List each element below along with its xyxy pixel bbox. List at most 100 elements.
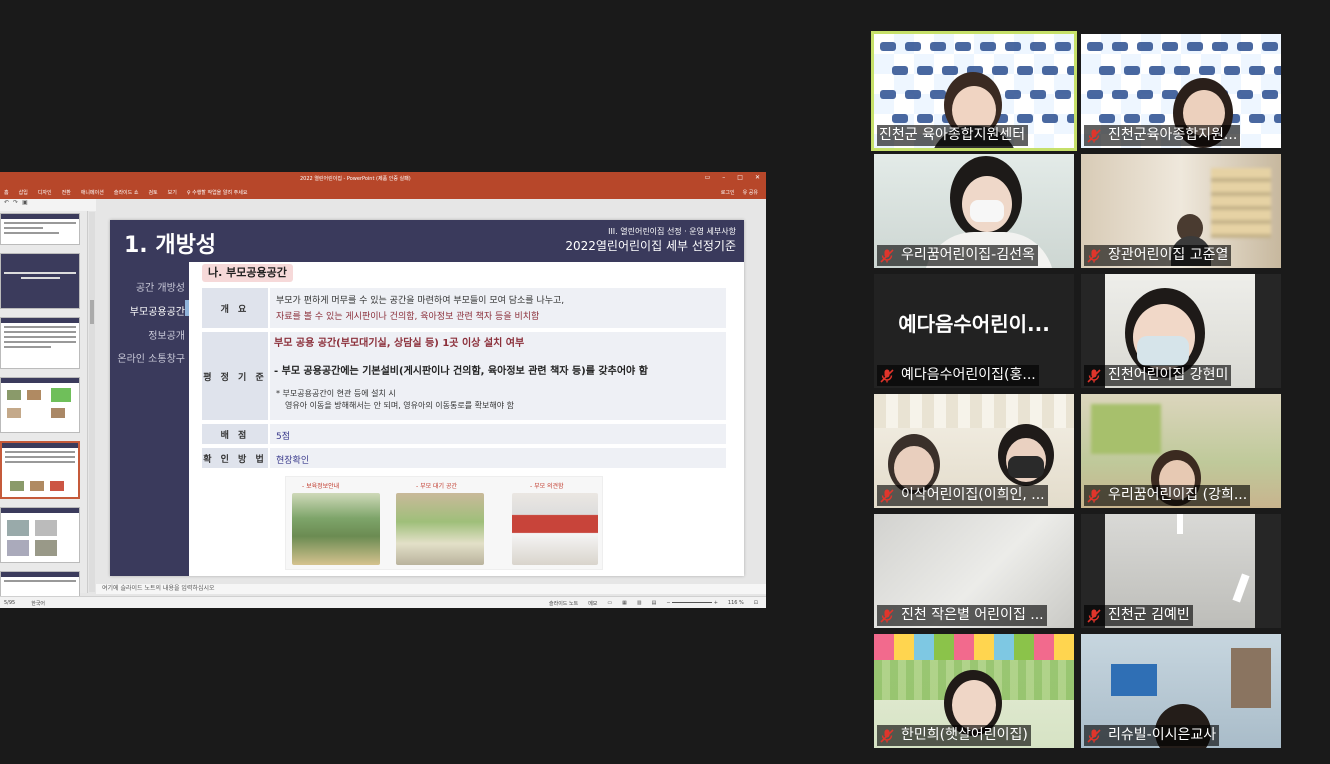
criteria-line-2: - 부모 공용공간에는 기본설비(게시판이나 건의함, 육아정보 관련 책자 등… <box>274 366 648 377</box>
background-logo <box>1042 114 1058 123</box>
background-logo <box>1030 42 1046 51</box>
language-indicator[interactable]: 한국어 <box>31 600 45 607</box>
slide-nav-item: 정보공개 <box>148 331 185 342</box>
present-icon[interactable]: ▣ <box>22 199 28 206</box>
minimize-icon[interactable]: – <box>722 174 725 181</box>
participant-tile[interactable]: 진천군육아종합지원... <box>1081 34 1281 148</box>
normal-view-icon[interactable]: ▭ <box>607 600 612 607</box>
info-board-photo <box>292 493 380 565</box>
overview-line-1: 부모가 편하게 머무를 수 있는 공간을 마련하여 부모들이 모여 담소를 나누… <box>276 296 565 306</box>
slide-nav-item: 온라인 소통창구 <box>117 354 185 365</box>
slide-thumbnail[interactable] <box>0 253 80 309</box>
slide-thumbnail[interactable] <box>0 377 80 433</box>
window-title: 2022 열린어린이집 - PowerPoint (제품 인증 실패) <box>300 176 411 182</box>
participant-tile[interactable]: 진천군 김예빈 <box>1081 514 1281 628</box>
muted-mic-icon <box>1087 488 1101 503</box>
background-logo <box>1017 114 1033 123</box>
background-logo <box>1087 90 1103 99</box>
participant-display-name: 예다음수어린이... <box>898 312 1050 336</box>
background-logo <box>1124 114 1140 123</box>
participant-name: 진천군 김예빈 <box>1084 605 1193 626</box>
slide-thumbnail-selected[interactable] <box>0 441 80 499</box>
background-logo <box>1055 90 1071 99</box>
ribbon-tab[interactable]: 디자인 <box>38 189 52 196</box>
method-value: 현장확인 <box>276 456 310 466</box>
participant-tile-video-off[interactable]: 예다음수어린이... 예다음수어린이집(홍... <box>874 274 1074 388</box>
powerpoint-title-bar: 2022 열린어린이집 - PowerPoint (제품 인증 실패) ▭ – … <box>0 172 766 185</box>
participant-tile-active[interactable]: 진천군 육아종합지원센터 <box>871 31 1077 151</box>
zoom-level[interactable]: 116 % <box>728 600 744 607</box>
participant-tile[interactable]: 진천어린이집 강현미 <box>1081 274 1281 388</box>
participant-tile[interactable]: 우리꿈어린이집 (강희... <box>1081 394 1281 508</box>
muted-mic-icon <box>1087 128 1101 143</box>
background-logo <box>892 114 908 123</box>
participant-tile[interactable]: 리슈빌-이시은교사 <box>1081 634 1281 748</box>
redo-icon[interactable]: ↷ <box>13 199 18 206</box>
slide-thumbnail[interactable] <box>0 213 80 245</box>
slideshow-view-icon[interactable]: ▤ <box>652 600 657 607</box>
ribbon-tab[interactable]: 검토 <box>148 189 157 196</box>
background-logo <box>992 66 1008 75</box>
background-logo <box>1099 66 1115 75</box>
sign-in-link[interactable]: 로그인 <box>721 189 735 196</box>
criteria-line-1: 부모 공용 공간(부모대기실, 상담실 등) 1곳 이상 설치 여부 <box>274 338 525 349</box>
overview-line-2: 자료를 볼 수 있는 게시판이나 건의함, 육아정보 관련 책자 등을 비치함 <box>276 312 540 322</box>
ribbon-tab[interactable]: 홈 <box>4 189 9 196</box>
undo-icon[interactable]: ↶ <box>4 199 9 206</box>
criteria-note-1: * 부모공용공간이 현관 등에 설치 시 <box>276 389 396 398</box>
meeting-window: 2022 열린어린이집 - PowerPoint (제품 인증 실패) ▭ – … <box>0 0 1330 764</box>
maximize-icon[interactable]: □ <box>737 174 743 181</box>
slide-canvas: 1. 개방성 III. 열린어린이집 선정 · 운영 세부사항 2022열린어린… <box>110 220 744 576</box>
ribbon-display-icon[interactable]: ▭ <box>705 174 711 181</box>
notes-pane[interactable]: 여기에 슬라이드 노트의 내용을 입력하십시오 <box>96 584 766 594</box>
background-logo <box>880 42 896 51</box>
background-logo <box>1099 114 1115 123</box>
photo-caption: - 보육정보안내 <box>302 483 340 490</box>
zoom-slider[interactable]: − + <box>666 600 718 607</box>
suggestion-box-photo <box>512 493 598 565</box>
reading-view-icon[interactable]: ▥ <box>637 600 642 607</box>
participant-tile[interactable]: 진천 작은별 어린이집 ... <box>874 514 1074 628</box>
slide-thumbnail[interactable] <box>0 317 80 369</box>
background-logo <box>905 42 921 51</box>
status-bar: 5/95 한국어 슬라이드 노트 메모 ▭ ▦ ▥ ▤ − + 116 % ⊡ <box>0 596 766 608</box>
sorter-view-icon[interactable]: ▦ <box>622 600 627 607</box>
background-logo <box>1030 90 1046 99</box>
background-logo <box>1162 42 1178 51</box>
background-logo <box>917 114 933 123</box>
background-logo <box>905 90 921 99</box>
ribbon-tab[interactable]: 보기 <box>168 189 177 196</box>
background-logo <box>892 66 908 75</box>
ribbon-tab[interactable]: 애니메이션 <box>81 189 104 196</box>
muted-mic-icon <box>880 608 894 623</box>
close-icon[interactable]: ✕ <box>755 174 760 181</box>
participant-tile[interactable]: 장관어린이집 고준열 <box>1081 154 1281 268</box>
background-logo <box>955 42 971 51</box>
slide-thumbnail[interactable] <box>0 507 80 563</box>
slide-photo-strip: - 보육정보안내 - 부모 대기 공간 - 부모 의견함 <box>285 476 603 570</box>
ribbon-tab[interactable]: ♀ 수행할 작업을 알려 주세요 <box>187 189 248 196</box>
participant-name: 이삭어린이집(이희인, ... <box>877 485 1048 506</box>
quick-access-toolbar: ↶ ↷ ▣ <box>0 199 96 211</box>
ribbon-tab[interactable]: 슬라이드 쇼 <box>114 189 139 196</box>
fit-slide-icon[interactable]: ⊡ <box>754 600 758 607</box>
notes-toggle[interactable]: 슬라이드 노트 <box>549 600 578 607</box>
background-logo <box>1249 66 1265 75</box>
ribbon-tab[interactable]: 삽입 <box>19 189 28 196</box>
slide-subtitle: III. 열린어린이집 선정 · 운영 세부사항 2022열린어린이집 세부 선… <box>565 226 736 254</box>
share-button[interactable]: 유 공유 <box>743 189 758 196</box>
thumbnail-scrollbar[interactable] <box>89 212 95 592</box>
background-logo <box>1055 42 1071 51</box>
background-logo <box>1237 90 1253 99</box>
comments-toggle[interactable]: 메모 <box>588 600 597 607</box>
background-logo <box>1262 42 1278 51</box>
participant-tile[interactable]: 이삭어린이집(이희인, ... <box>874 394 1074 508</box>
background-logo <box>1237 42 1253 51</box>
slide-thumbnail-pane[interactable] <box>0 211 88 601</box>
participant-tile[interactable]: 우리꿈어린이집-김선옥 <box>874 154 1074 268</box>
background-logo <box>1274 114 1281 123</box>
participant-tile[interactable]: 한민희(햇살어린이집) <box>874 634 1074 748</box>
background-logo <box>1067 66 1074 75</box>
score-cell: 5점 <box>270 424 726 444</box>
ribbon-tab[interactable]: 전환 <box>62 189 71 196</box>
